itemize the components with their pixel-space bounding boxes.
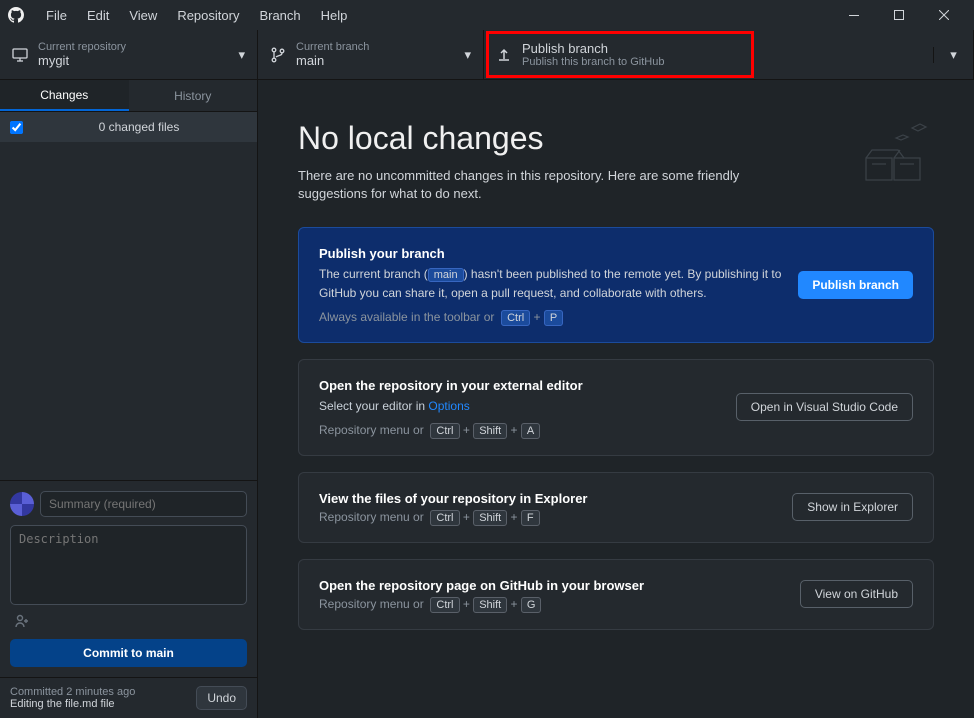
recent-commit-bar: Committed 2 minutes ago Editing the file… xyxy=(0,677,257,718)
chevron-down-icon: ▾ xyxy=(950,47,957,63)
card-hint: Repository menu or Ctrl + Shift + G xyxy=(319,597,784,611)
publish-branch-section: Publish branch Publish this branch to Gi… xyxy=(484,30,974,79)
branch-label: Current branch xyxy=(296,41,456,53)
kbd: G xyxy=(521,597,542,613)
titlebar: File Edit View Repository Branch Help xyxy=(0,0,974,30)
current-repository-selector[interactable]: Current repository mygit ▾ xyxy=(0,30,258,79)
kbd: Shift xyxy=(473,510,507,526)
kbd: Shift xyxy=(473,423,507,439)
current-branch-selector[interactable]: Current branch main ▾ xyxy=(258,30,484,79)
desktop-icon xyxy=(12,47,28,63)
card-publish-branch: Publish your branch The current branch (… xyxy=(298,227,934,343)
page-subtitle: There are no uncommitted changes in this… xyxy=(298,167,798,203)
tab-changes[interactable]: Changes xyxy=(0,80,129,111)
card-title: Open the repository page on GitHub in yo… xyxy=(319,578,784,593)
publish-dropdown-button[interactable]: ▾ xyxy=(933,47,973,63)
card-title: Publish your branch xyxy=(319,246,782,261)
menu-file[interactable]: File xyxy=(36,8,77,23)
kbd: A xyxy=(521,423,540,439)
branch-pill: main xyxy=(428,268,464,282)
github-logo-icon xyxy=(8,7,24,23)
minimize-button[interactable] xyxy=(831,0,876,30)
kbd: Ctrl xyxy=(501,310,530,326)
card-hint: Repository menu or Ctrl + Shift + A xyxy=(319,423,720,437)
window-controls xyxy=(831,0,966,30)
menu-edit[interactable]: Edit xyxy=(77,8,119,23)
changed-files-header: 0 changed files xyxy=(0,112,257,142)
undo-button[interactable]: Undo xyxy=(196,686,247,710)
commit-panel: Commit to main xyxy=(0,480,257,677)
card-view-github: Open the repository page on GitHub in yo… xyxy=(298,559,934,630)
menu-repository[interactable]: Repository xyxy=(167,8,249,23)
kbd: Ctrl xyxy=(430,597,459,613)
kbd: P xyxy=(544,310,563,326)
avatar xyxy=(10,492,34,516)
changed-files-count: 0 changed files xyxy=(31,120,247,134)
branch-value: main xyxy=(296,53,456,68)
commit-message: Editing the file.md file xyxy=(10,698,135,710)
menu-view[interactable]: View xyxy=(119,8,167,23)
open-editor-button[interactable]: Open in Visual Studio Code xyxy=(736,393,913,421)
kbd: F xyxy=(521,510,540,526)
empty-state-illustration xyxy=(854,120,934,190)
upload-icon xyxy=(496,47,512,63)
chevron-down-icon: ▾ xyxy=(238,47,245,63)
card-hint: Always available in the toolbar or Ctrl … xyxy=(319,310,782,324)
card-title: Open the repository in your external edi… xyxy=(319,378,720,393)
publish-branch-action-button[interactable]: Publish branch xyxy=(798,271,913,299)
card-title: View the files of your repository in Exp… xyxy=(319,491,776,506)
card-description: Select your editor in Options xyxy=(319,397,720,415)
close-button[interactable] xyxy=(921,0,966,30)
select-all-checkbox[interactable] xyxy=(10,121,23,134)
toolbar: Current repository mygit ▾ Current branc… xyxy=(0,30,974,80)
description-input[interactable] xyxy=(10,525,247,605)
view-github-button[interactable]: View on GitHub xyxy=(800,580,913,608)
tab-history[interactable]: History xyxy=(129,80,258,111)
summary-input[interactable] xyxy=(40,491,247,517)
git-branch-icon xyxy=(270,47,286,63)
kbd: Ctrl xyxy=(430,423,459,439)
main-content: No local changes There are no uncommitte… xyxy=(258,80,974,718)
page-title: No local changes xyxy=(298,120,798,157)
commit-button[interactable]: Commit to main xyxy=(10,639,247,667)
kbd: Shift xyxy=(473,597,507,613)
card-show-explorer: View the files of your repository in Exp… xyxy=(298,472,934,543)
publish-subtitle: Publish this branch to GitHub xyxy=(522,56,921,68)
show-explorer-button[interactable]: Show in Explorer xyxy=(792,493,913,521)
repo-label: Current repository xyxy=(38,41,230,53)
commit-time: Committed 2 minutes ago xyxy=(10,686,135,698)
repo-value: mygit xyxy=(38,53,230,68)
sidebar: Changes History 0 changed files Commit t… xyxy=(0,80,258,718)
publish-branch-button[interactable]: Publish branch Publish this branch to Gi… xyxy=(484,41,933,68)
publish-title: Publish branch xyxy=(522,41,921,56)
menu-help[interactable]: Help xyxy=(311,8,358,23)
main-menu: File Edit View Repository Branch Help xyxy=(36,8,357,23)
sidebar-tabs: Changes History xyxy=(0,80,257,112)
chevron-down-icon: ▾ xyxy=(464,47,471,63)
menu-branch[interactable]: Branch xyxy=(249,8,310,23)
options-link[interactable]: Options xyxy=(428,399,469,413)
kbd: Ctrl xyxy=(430,510,459,526)
card-open-editor: Open the repository in your external edi… xyxy=(298,359,934,456)
card-hint: Repository menu or Ctrl + Shift + F xyxy=(319,510,776,524)
card-description: The current branch (main) hasn't been pu… xyxy=(319,265,782,302)
maximize-button[interactable] xyxy=(876,0,921,30)
add-coauthor-button[interactable] xyxy=(10,614,247,631)
